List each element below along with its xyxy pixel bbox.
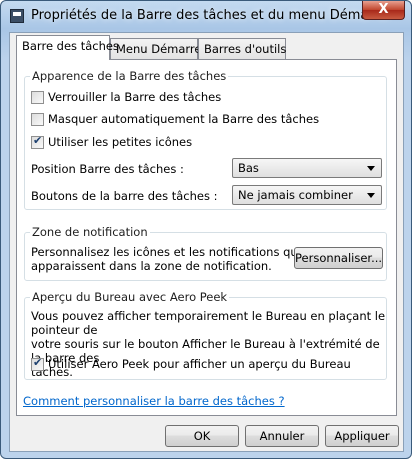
- notification-area-title: Zone de notification: [30, 225, 150, 239]
- aero-peek-checkbox-label: Utiliser Aero Peek pour afficher un aper…: [48, 357, 351, 371]
- notification-text-line-1: Personnalisez les icônes et les notifica…: [31, 245, 301, 259]
- taskbar-position-dropdown[interactable]: Bas: [232, 158, 382, 178]
- tab-start-menu[interactable]: Menu Démarrer: [110, 38, 206, 59]
- taskbar-properties-dialog: Propriétés de la Barre des tâches et du …: [0, 0, 412, 459]
- aero-peek-group: Aperçu du Bureau avec Aero Peek Vous pou…: [24, 290, 387, 380]
- small-icons-checkbox[interactable]: [31, 134, 44, 149]
- cancel-button[interactable]: Annuler: [245, 425, 319, 447]
- notification-text-line-2: apparaissent dans la zone de notificatio…: [31, 259, 272, 273]
- taskbar-buttons-label: Boutons de la barre des tâches :: [31, 189, 218, 203]
- tab-taskbar[interactable]: Barre des tâches: [16, 35, 119, 60]
- lock-taskbar-label: Verrouiller la Barre des tâches: [48, 90, 222, 104]
- tab-toolbars[interactable]: Barres d'outils: [198, 38, 286, 59]
- chevron-down-icon: [367, 193, 375, 198]
- taskbar-position-value: Bas: [238, 161, 259, 175]
- chevron-down-icon: [367, 166, 375, 171]
- aero-peek-text-line-1: Vous pouvez afficher temporairement le B…: [31, 309, 386, 337]
- appearance-group: Apparence de la Barre des tâches Verroui…: [24, 69, 387, 210]
- close-button[interactable]: X: [362, 1, 405, 20]
- customize-notification-button[interactable]: Personnaliser...: [294, 247, 383, 269]
- small-icons-label: Utiliser les petites icônes: [48, 135, 193, 149]
- notification-description: Personnalisez les icônes et les notifica…: [31, 245, 301, 273]
- title-bar[interactable]: Propriétés de la Barre des tâches et du …: [1, 1, 411, 31]
- aero-peek-title: Aperçu du Bureau avec Aero Peek: [30, 290, 230, 304]
- appearance-group-title: Apparence de la Barre des tâches: [30, 69, 229, 83]
- window-title: Propriétés de la Barre des tâches et du …: [31, 8, 392, 23]
- taskbar-icon: [10, 9, 24, 23]
- notification-area-group: Zone de notification Personnalisez les i…: [24, 225, 387, 281]
- taskbar-buttons-dropdown[interactable]: Ne jamais combiner: [232, 185, 382, 205]
- help-link[interactable]: Comment personnaliser la barre des tâche…: [23, 394, 285, 408]
- lock-taskbar-checkbox[interactable]: [31, 91, 44, 104]
- autohide-taskbar-label: Masquer automatiquement la Barre des tâc…: [48, 112, 320, 126]
- dialog-body: Barre des tâches Menu Démarrer Barres d'…: [9, 32, 404, 452]
- taskbar-buttons-value: Ne jamais combiner: [238, 188, 353, 202]
- autohide-taskbar-checkbox[interactable]: [31, 113, 44, 126]
- taskbar-position-label: Position Barre des tâches :: [31, 162, 184, 176]
- ok-button[interactable]: OK: [165, 425, 239, 447]
- aero-peek-checkbox[interactable]: [31, 356, 44, 371]
- apply-button[interactable]: Appliquer: [325, 425, 399, 447]
- tab-panel-taskbar: Apparence de la Barre des tâches Verroui…: [16, 59, 397, 416]
